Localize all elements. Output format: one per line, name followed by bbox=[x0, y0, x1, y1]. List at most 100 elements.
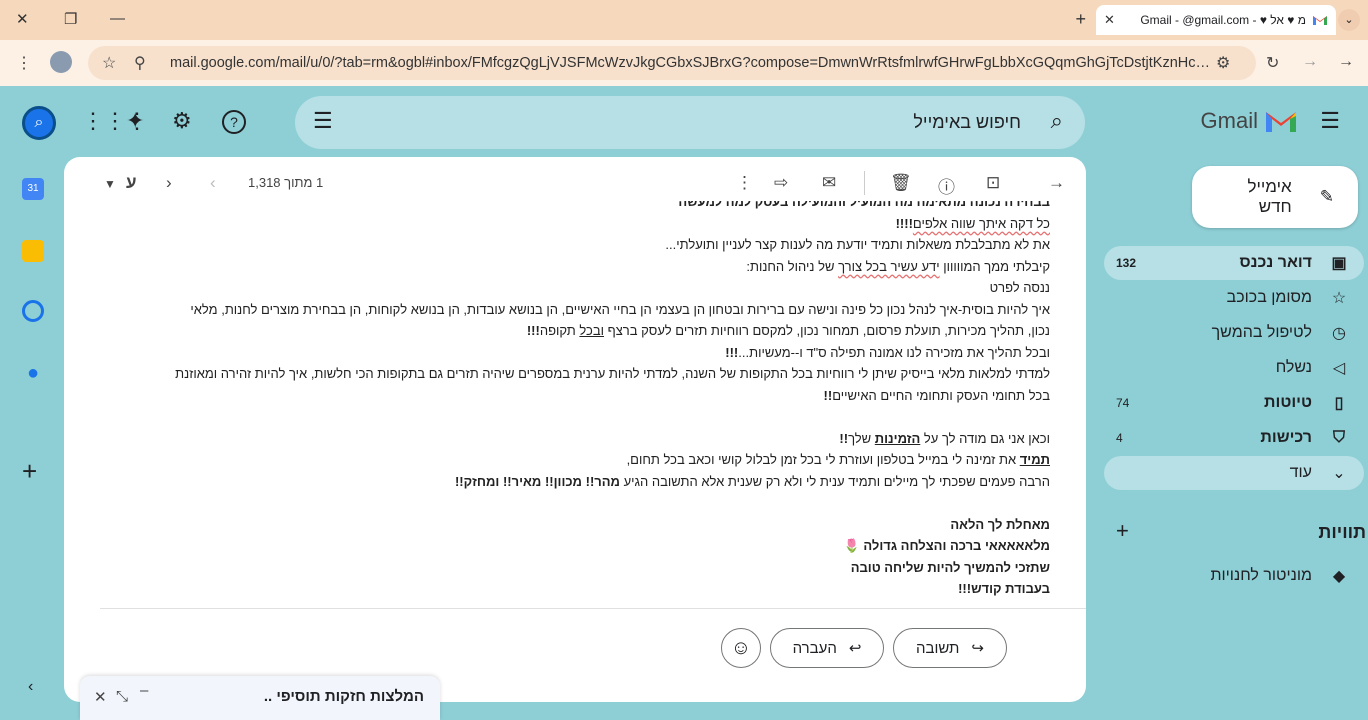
forward-button[interactable]: ↩ העברה bbox=[770, 628, 884, 668]
chevron-down-icon: ⌄ bbox=[1332, 465, 1346, 482]
close-window-icon[interactable]: ✕ bbox=[16, 10, 29, 28]
account-avatar[interactable]: ⌕ bbox=[22, 106, 56, 140]
smiley-icon: ☺ bbox=[730, 637, 752, 659]
send-icon: ◁ bbox=[1332, 360, 1346, 377]
search-filter-icon[interactable]: ☰ bbox=[313, 108, 333, 134]
help-icon[interactable]: ? bbox=[222, 110, 246, 134]
email-blank-line bbox=[100, 492, 1050, 514]
gmail-logo[interactable]: Gmail bbox=[1201, 108, 1298, 134]
gemini-sparkle-icon[interactable]: ✦ bbox=[126, 108, 144, 134]
sidebar-item-count: 132 bbox=[1116, 256, 1137, 270]
sidebar-item-drafts[interactable]: ▯ טיוטות 74 bbox=[1104, 386, 1364, 420]
fullscreen-compose-icon[interactable]: ⤡ bbox=[116, 688, 128, 705]
message-view: ▼ ע › ‹ 1 מתוך 1,318 ⋮ ⇨ ✉ 🗑 ⓘ ⊡ → בבחיר… bbox=[64, 157, 1086, 702]
browser-tab[interactable]: מ ♥ אל ♥ - Gmail - ‎@gmail.com ✕ bbox=[1096, 5, 1336, 35]
sidebar-item-count: 74 bbox=[1116, 396, 1130, 410]
email-line: בעבודת קודש!!! bbox=[958, 581, 1050, 596]
newer-message-icon[interactable]: ‹ bbox=[210, 173, 216, 193]
more-options-icon[interactable]: ⋮ bbox=[736, 173, 753, 193]
sidebar-item-purchases[interactable]: ⛉ רכישות 4 bbox=[1104, 421, 1364, 455]
email-line: תמיד את זמינה לי במייל בטלפון ועוזרת לי … bbox=[626, 452, 1050, 467]
search-bar[interactable]: ☰ חיפוש באימייל ⌕ bbox=[295, 96, 1085, 149]
mark-unread-icon[interactable]: ✉ bbox=[822, 173, 836, 193]
reload-icon[interactable]: ↻ bbox=[1266, 53, 1279, 73]
pencil-icon: ✎ bbox=[1319, 187, 1334, 206]
tab-close-icon[interactable]: ✕ bbox=[1104, 12, 1115, 28]
email-line: ננסה לפרט bbox=[989, 280, 1050, 295]
calendar-icon[interactable]: 31 bbox=[22, 178, 44, 200]
email-line: וכאן אני גם מודה לך על הזמינות שלך!! bbox=[839, 430, 1050, 446]
reply-label: תשובה bbox=[916, 639, 960, 657]
search-input[interactable]: חיפוש באימייל bbox=[913, 112, 1021, 133]
sidebar-item-label: רכישות bbox=[1260, 429, 1312, 446]
add-label-icon[interactable]: + bbox=[1116, 518, 1129, 544]
draft-icon: ▯ bbox=[1334, 395, 1344, 412]
older-message-icon[interactable]: › bbox=[166, 173, 172, 193]
input-tools-dropdown-icon[interactable]: ▼ bbox=[104, 177, 116, 191]
collapse-side-panel-icon[interactable]: ‹ bbox=[28, 678, 33, 696]
reply-icon: ↪ bbox=[971, 640, 984, 657]
address-bar[interactable]: ☆ ⚲ mail.google.com/mail/u/0/?tab=rm&ogb… bbox=[88, 46, 1256, 80]
sidebar-item-inbox[interactable]: ▣ דואר נכנס 132 bbox=[1104, 246, 1364, 280]
reply-button[interactable]: ↪ תשובה bbox=[893, 628, 1007, 668]
minimize-compose-icon[interactable]: – bbox=[140, 682, 148, 699]
sidebar-item-label: טיוטות bbox=[1264, 394, 1312, 411]
new-tab-button[interactable]: + bbox=[1075, 9, 1086, 30]
body-divider bbox=[100, 608, 1086, 609]
sidebar-item-starred[interactable]: ☆ מסומן בכוכב bbox=[1104, 281, 1364, 315]
sidebar-item-label: נשלח bbox=[1275, 359, 1312, 376]
email-line: בבחירה נכונה מתאימה מה המועיל והמועילה ב… bbox=[678, 201, 1050, 209]
browser-menu-icon[interactable]: ⋮ bbox=[16, 53, 32, 73]
star-icon: ☆ bbox=[1331, 290, 1347, 307]
restore-window-icon[interactable]: ❐ bbox=[64, 10, 77, 28]
compose-label: אימייל חדש bbox=[1247, 177, 1292, 216]
compose-title: המלצות חזקות תוסיפי .. bbox=[263, 688, 424, 705]
keep-icon[interactable] bbox=[22, 240, 44, 262]
email-line: כל דקה איתך שווה אלפים!!!! bbox=[895, 215, 1050, 231]
extension-icon[interactable] bbox=[50, 51, 72, 73]
compose-button[interactable]: ✎ אימייל חדש bbox=[1192, 166, 1358, 228]
main-menu-icon[interactable]: ☰ bbox=[1320, 108, 1340, 134]
tasks-icon[interactable] bbox=[22, 300, 44, 322]
sidebar-item-more[interactable]: ⌄ עוד bbox=[1104, 456, 1364, 490]
forward-icon[interactable]: → bbox=[1302, 53, 1318, 71]
bookmark-star-icon[interactable]: ☆ bbox=[102, 53, 116, 73]
url-text[interactable]: mail.google.com/mail/u/0/?tab=rm&ogbl#in… bbox=[170, 55, 1210, 71]
minimized-compose-window[interactable]: ✕ ⤡ – המלצות חזקות תוסיפי .. bbox=[80, 676, 440, 720]
email-line: איך להיות בוסית-איך לנהל נכון כל פינה ונ… bbox=[190, 301, 1050, 317]
inbox-icon: ▣ bbox=[1331, 255, 1347, 272]
move-to-icon[interactable]: ⇨ bbox=[774, 173, 788, 193]
contacts-icon[interactable]: ● bbox=[22, 362, 44, 384]
toolbar-divider bbox=[864, 171, 865, 195]
email-line: קיבלתי ממך המווווון ידע עשיר בכל צורך של… bbox=[746, 258, 1050, 274]
back-to-inbox-icon[interactable]: → bbox=[1048, 173, 1065, 193]
email-line: נכון, תהליך מכירות, תועלת פרסום, תמחור נ… bbox=[526, 323, 1050, 338]
archive-icon[interactable]: ⊡ bbox=[986, 173, 1000, 193]
search-icon[interactable]: ⌕ bbox=[1051, 108, 1063, 134]
sidebar-item-count: 4 bbox=[1116, 431, 1123, 445]
label-icon: ◆ bbox=[1332, 568, 1346, 585]
sidebar-item-sent[interactable]: ◁ נשלח bbox=[1104, 351, 1364, 385]
input-tool-button[interactable]: ע bbox=[126, 173, 137, 193]
emoji-reaction-button[interactable]: ☺ bbox=[721, 628, 761, 668]
sidebar-item-snoozed[interactable]: ◷ לטיפול בהמשך bbox=[1104, 316, 1364, 350]
email-blank-line bbox=[100, 406, 1050, 428]
add-app-icon[interactable]: + bbox=[22, 456, 37, 487]
email-line: הרבה פעמים שפכתי לך מיילים ותמיד ענית לי… bbox=[454, 473, 1050, 489]
labels-title: תוויות bbox=[1318, 522, 1366, 542]
site-info-icon[interactable]: ⚲ bbox=[134, 53, 146, 73]
settings-gear-icon[interactable]: ⚙ bbox=[172, 108, 192, 134]
tab-title: מ ♥ אל ♥ - Gmail - ‎@gmail.com bbox=[1140, 13, 1306, 27]
forward-arrow-icon: ↩ bbox=[848, 640, 862, 657]
sidebar-item-label: מוניטור לחנויות bbox=[1210, 567, 1312, 584]
close-compose-icon[interactable]: ✕ bbox=[94, 688, 107, 706]
delete-icon[interactable]: 🗑 bbox=[890, 173, 912, 193]
minimize-window-icon[interactable]: — bbox=[110, 10, 125, 27]
email-line: בכל תחומי העסק ותחומי החיים האישיים!! bbox=[823, 387, 1050, 403]
gmail-logo-text: Gmail bbox=[1200, 108, 1258, 133]
back-icon[interactable]: → bbox=[1338, 53, 1354, 71]
tab-search-chevron-icon[interactable]: ⌄ bbox=[1338, 9, 1360, 31]
tune-icon[interactable]: ⚙ bbox=[1216, 53, 1230, 73]
sidebar-label-item[interactable]: ◆ מוניטור לחנויות bbox=[1104, 559, 1364, 593]
report-spam-icon[interactable]: ⓘ bbox=[938, 173, 955, 198]
